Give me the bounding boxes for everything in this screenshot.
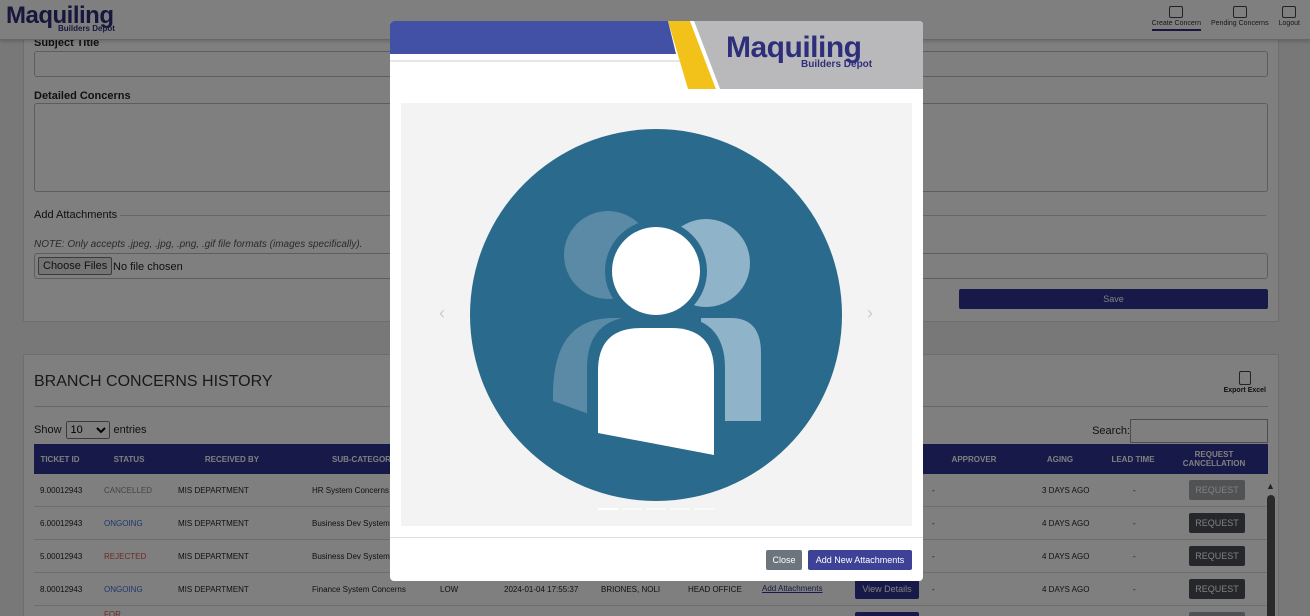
add-new-attachments-button[interactable]: Add New Attachments [808, 550, 912, 570]
carousel-indicator[interactable] [694, 508, 714, 510]
carousel-prev-arrow-icon[interactable]: ‹ [439, 303, 445, 324]
attachments-modal: Maquiling Builders Depot ‹ › Close Add N… [390, 21, 923, 581]
carousel-indicator[interactable] [670, 508, 690, 510]
close-button[interactable]: Close [766, 550, 802, 570]
attachment-carousel[interactable]: ‹ › [401, 103, 912, 526]
carousel-indicator[interactable] [598, 508, 618, 510]
modal-logo: Maquiling Builders Depot [726, 33, 873, 71]
carousel-indicator[interactable] [646, 508, 666, 510]
modal-logo-sub: Builders Depot [801, 59, 873, 70]
users-placeholder-image [470, 129, 842, 501]
modal-footer: Close Add New Attachments [390, 537, 923, 581]
carousel-next-arrow-icon[interactable]: › [867, 303, 873, 324]
carousel-indicators [598, 508, 714, 510]
carousel-indicator[interactable] [622, 508, 642, 510]
